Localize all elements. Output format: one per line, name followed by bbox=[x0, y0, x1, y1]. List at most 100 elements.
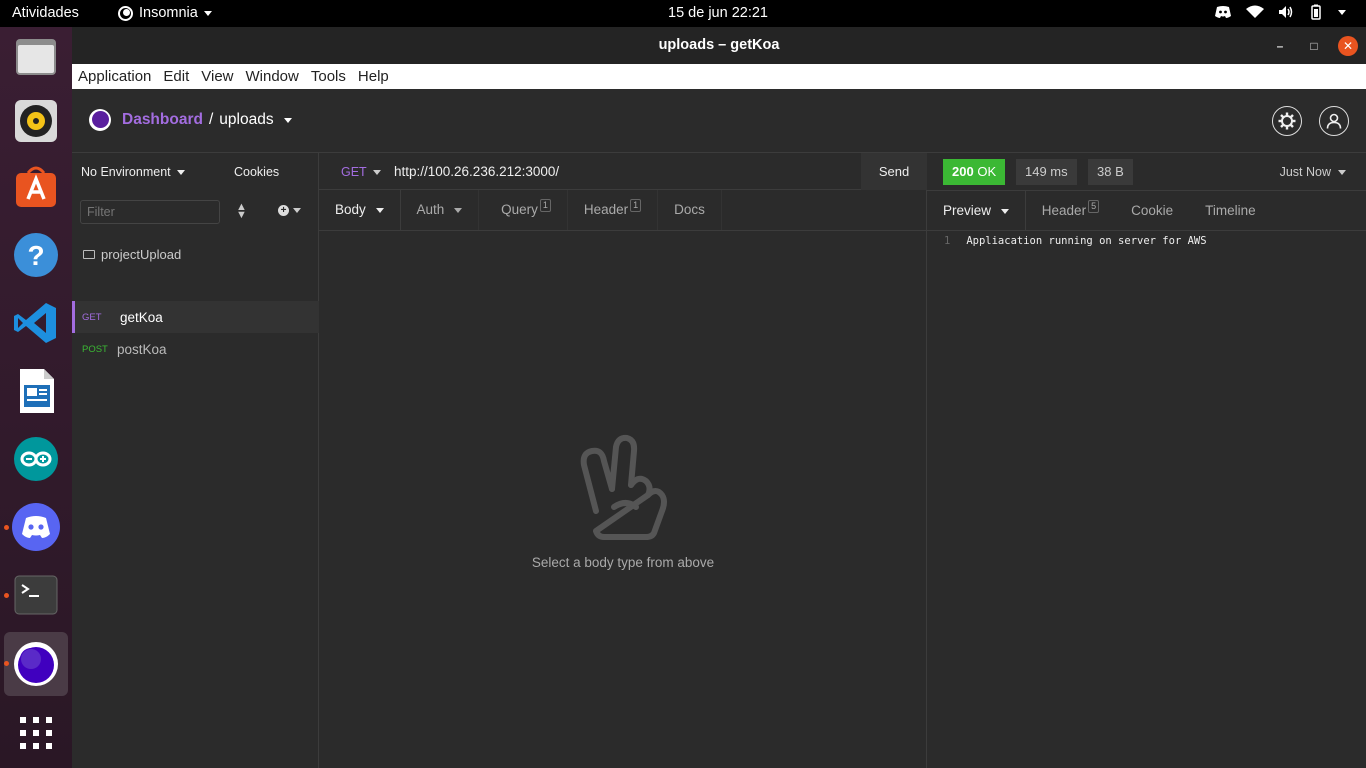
url-bar: GET http://100.26.236.212:3000/ Send bbox=[319, 153, 927, 190]
status-badge: 200 OK bbox=[943, 159, 1006, 185]
environment-dropdown[interactable]: No Environment bbox=[81, 165, 185, 179]
account-button[interactable] bbox=[1319, 106, 1349, 136]
user-icon bbox=[1326, 113, 1342, 129]
url-input[interactable]: http://100.26.236.212:3000/ bbox=[394, 164, 559, 179]
tab-response-header[interactable]: Header 5 bbox=[1026, 191, 1115, 231]
environment-label: No Environment bbox=[81, 165, 171, 179]
request-name: postKoa bbox=[117, 341, 167, 357]
vscode-icon[interactable] bbox=[12, 299, 60, 347]
tab-auth[interactable]: Auth bbox=[401, 190, 480, 230]
response-size: 38 B bbox=[1088, 159, 1133, 185]
menu-tools[interactable]: Tools bbox=[311, 68, 346, 85]
tab-query[interactable]: Query 1 bbox=[479, 190, 568, 230]
empty-body-message: Select a body type from above bbox=[531, 555, 715, 570]
tab-timeline[interactable]: Timeline bbox=[1189, 191, 1272, 231]
battery-icon[interactable] bbox=[1308, 4, 1324, 20]
menu-application[interactable]: Application bbox=[78, 68, 151, 85]
line-number: 1 bbox=[944, 235, 951, 247]
insomnia-icon[interactable] bbox=[12, 640, 60, 688]
request-item-postkoa[interactable]: POST postKoa bbox=[72, 333, 319, 365]
tab-docs[interactable]: Docs bbox=[658, 190, 722, 230]
chevron-down-icon bbox=[454, 207, 463, 213]
breadcrumb: Dashboard / uploads bbox=[122, 111, 292, 129]
chevron-down-icon[interactable] bbox=[283, 117, 292, 123]
menu-window[interactable]: Window bbox=[246, 68, 299, 85]
rhythmbox-icon[interactable] bbox=[12, 97, 60, 145]
close-icon[interactable]: ✕ bbox=[1338, 36, 1358, 56]
request-method: GET bbox=[82, 311, 102, 323]
tab-body[interactable]: Body bbox=[319, 190, 401, 230]
running-indicator bbox=[4, 525, 9, 530]
insomnia-window: uploads – getKoa – □ ✕ Application Edit … bbox=[72, 27, 1366, 768]
folder-icon bbox=[83, 250, 95, 259]
menu-help[interactable]: Help bbox=[358, 68, 389, 85]
request-method: POST bbox=[82, 343, 108, 355]
tab-cookie[interactable]: Cookie bbox=[1115, 191, 1189, 231]
app-header: Dashboard / uploads bbox=[72, 89, 1366, 153]
plus-circle-icon: + bbox=[278, 205, 289, 216]
system-tray[interactable] bbox=[1214, 4, 1346, 20]
response-time: 149 ms bbox=[1016, 159, 1077, 185]
divider bbox=[927, 230, 1366, 231]
files-icon[interactable] bbox=[12, 33, 60, 81]
system-menu-chevron-icon[interactable] bbox=[1338, 9, 1346, 15]
breadcrumb-dashboard[interactable]: Dashboard bbox=[122, 111, 203, 129]
menu-view[interactable]: View bbox=[201, 68, 233, 85]
wifi-icon[interactable] bbox=[1246, 5, 1264, 19]
folder-project-upload[interactable]: projectUpload bbox=[83, 247, 181, 262]
sidebar: No Environment Cookies ▲▼ + projectUploa… bbox=[72, 153, 319, 768]
dock: ? bbox=[0, 27, 72, 768]
peace-hand-icon bbox=[580, 434, 667, 540]
request-pane: GET http://100.26.236.212:3000/ Send Bod… bbox=[319, 153, 927, 768]
discord-tray-icon[interactable] bbox=[1214, 5, 1232, 19]
status-code: 200 bbox=[952, 164, 974, 179]
history-dropdown[interactable]: Just Now bbox=[1280, 165, 1346, 179]
running-indicator bbox=[4, 661, 9, 666]
running-indicator bbox=[4, 593, 9, 598]
app-menu[interactable]: Insomnia bbox=[118, 5, 212, 21]
cookies-button[interactable]: Cookies bbox=[234, 165, 279, 179]
chevron-down-icon bbox=[372, 169, 381, 175]
method-dropdown[interactable]: GET bbox=[341, 165, 381, 179]
minimize-icon[interactable]: – bbox=[1270, 36, 1290, 56]
tab-preview[interactable]: Preview bbox=[927, 191, 1026, 231]
query-count-badge: 1 bbox=[539, 199, 551, 212]
arduino-icon[interactable] bbox=[12, 435, 60, 483]
send-button[interactable]: Send bbox=[861, 153, 927, 190]
window-title: uploads – getKoa bbox=[658, 37, 780, 53]
tab-response-header-label: Header bbox=[1041, 203, 1087, 218]
filter-input[interactable] bbox=[80, 200, 220, 224]
sort-icon: ▲ ▼ bbox=[236, 201, 247, 221]
menu-edit[interactable]: Edit bbox=[163, 68, 189, 85]
chevron-down-icon bbox=[1338, 169, 1346, 175]
history-label: Just Now bbox=[1279, 165, 1331, 179]
chevron-down-icon bbox=[176, 169, 185, 175]
software-icon[interactable] bbox=[12, 163, 60, 211]
settings-button[interactable] bbox=[1272, 106, 1302, 136]
activities-button[interactable]: Atividades bbox=[12, 5, 79, 21]
tab-cookie-label: Cookie bbox=[1131, 203, 1174, 218]
apps-grid-icon[interactable] bbox=[12, 709, 60, 757]
volume-icon[interactable] bbox=[1278, 5, 1294, 19]
window-titlebar[interactable]: uploads – getKoa – □ ✕ bbox=[72, 27, 1366, 64]
response-header-count-badge: 5 bbox=[1088, 200, 1100, 213]
terminal-icon[interactable] bbox=[12, 571, 60, 619]
writer-icon[interactable] bbox=[12, 367, 60, 415]
add-request-button[interactable]: + bbox=[278, 205, 301, 216]
workspace-dropdown[interactable]: uploads bbox=[219, 111, 273, 129]
sort-button[interactable]: ▲ ▼ bbox=[236, 201, 247, 221]
request-item-getkoa[interactable]: GET getKoa bbox=[72, 301, 319, 333]
response-body[interactable]: 1 Appliacation running on server for AWS bbox=[944, 235, 1207, 247]
tab-header[interactable]: Header 1 bbox=[568, 190, 659, 230]
help-icon[interactable]: ? bbox=[12, 231, 60, 279]
tab-docs-label: Docs bbox=[674, 202, 705, 217]
svg-text:?: ? bbox=[27, 240, 44, 271]
maximize-icon[interactable]: □ bbox=[1304, 36, 1324, 56]
insomnia-small-icon bbox=[118, 5, 133, 21]
chevron-down-icon bbox=[203, 10, 212, 16]
app-menu-label: Insomnia bbox=[139, 5, 198, 21]
gnome-top-bar: Atividades Insomnia 15 de jun 22:21 bbox=[0, 0, 1366, 27]
discord-icon[interactable] bbox=[12, 503, 60, 551]
status-text: OK bbox=[977, 164, 997, 179]
clock[interactable]: 15 de jun 22:21 bbox=[668, 5, 768, 21]
